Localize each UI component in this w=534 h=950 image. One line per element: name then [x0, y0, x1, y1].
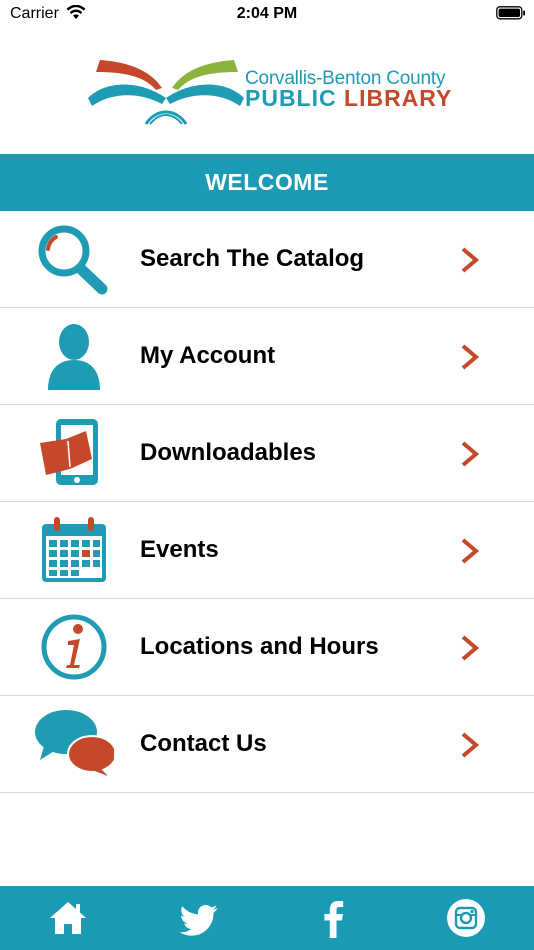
welcome-header: WELCOME: [0, 154, 534, 211]
menu-item-label: Contact Us: [140, 730, 267, 757]
menu-item-label: Search The Catalog: [140, 245, 365, 272]
person-icon: [34, 320, 114, 392]
chat-bubbles-icon: [34, 708, 117, 780]
bottom-tab-bar: [0, 886, 534, 950]
menu-item-my-account[interactable]: My Account: [0, 308, 534, 405]
instagram-icon[interactable]: [444, 896, 488, 940]
menu-item-events[interactable]: Events: [0, 502, 534, 599]
logo-text-library: PUBLIC LIBRARY: [245, 85, 452, 112]
facebook-icon[interactable]: [312, 896, 356, 940]
chevron-right-icon: [458, 536, 482, 571]
menu-item-contact-us[interactable]: Contact Us: [0, 696, 534, 793]
main-menu: Search The Catalog My Account Downloadab…: [0, 211, 534, 793]
logo-text-library-word: LIBRARY: [344, 85, 453, 111]
status-bar: Carrier 2:04 PM: [0, 0, 534, 28]
chevron-right-icon: [458, 439, 482, 474]
home-icon[interactable]: [46, 896, 90, 940]
menu-item-locations-hours[interactable]: Locations and Hours: [0, 599, 534, 696]
info-icon: [34, 611, 114, 683]
logo-text-public: PUBLIC: [245, 85, 337, 111]
open-book-logo-icon: [88, 60, 244, 125]
chevron-right-icon: [458, 342, 482, 377]
clock: 2:04 PM: [236, 5, 298, 22]
calendar-icon: [34, 514, 114, 586]
library-logo: Corvallis-Benton County PUBLIC LIBRARY: [88, 58, 451, 126]
menu-item-label: Locations and Hours: [140, 633, 379, 660]
menu-item-search-catalog[interactable]: Search The Catalog: [0, 211, 534, 308]
battery-full-icon: [496, 6, 526, 25]
menu-item-label: Downloadables: [140, 439, 317, 466]
menu-item-label: Events: [140, 536, 219, 563]
twitter-icon[interactable]: [178, 896, 222, 940]
magnifier-icon: [34, 223, 114, 295]
chevron-right-icon: [458, 245, 482, 280]
tablet-book-icon: [34, 417, 114, 489]
chevron-right-icon: [458, 730, 482, 765]
menu-item-downloadables[interactable]: Downloadables: [0, 405, 534, 502]
menu-item-label: My Account: [140, 342, 276, 369]
chevron-right-icon: [458, 633, 482, 668]
